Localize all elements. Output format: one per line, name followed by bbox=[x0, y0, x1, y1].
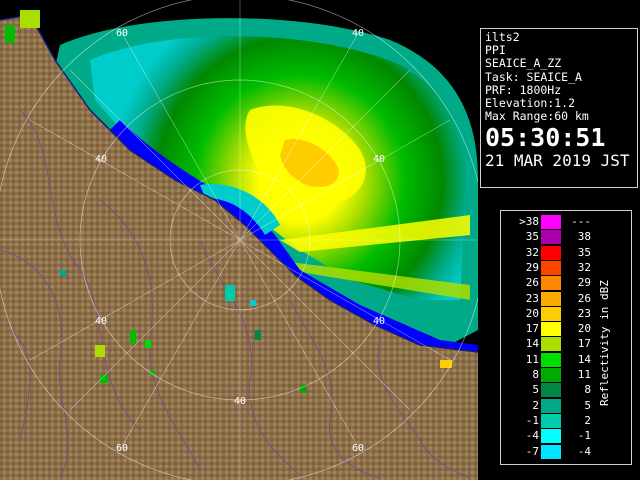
range-label-sw-40: 40 bbox=[95, 316, 107, 327]
legend-max-value: 14 bbox=[577, 352, 591, 366]
legend-color-swatch bbox=[541, 413, 561, 428]
legend-min-value: 32 bbox=[525, 245, 539, 259]
legend-min-value: 14 bbox=[525, 337, 539, 351]
legend-color-swatch bbox=[541, 383, 561, 398]
scan-info-panel: ilts2 PPI SEAICE_A_ZZ Task: SEAICE_A PRF… bbox=[480, 28, 638, 188]
legend-min-value: 35 bbox=[525, 230, 539, 244]
legend-min-value: 26 bbox=[525, 276, 539, 290]
legend-row: 14 17 bbox=[501, 337, 601, 352]
legend-min-value: 11 bbox=[525, 352, 539, 366]
legend-row: 23 26 bbox=[501, 291, 601, 306]
legend-max-value: 38 bbox=[577, 230, 591, 244]
legend-row: 26 29 bbox=[501, 276, 601, 291]
legend-min-value: 2 bbox=[532, 398, 539, 412]
legend-max-value: 2 bbox=[584, 413, 591, 427]
scan-time: 05:30:51 bbox=[485, 123, 606, 153]
legend-max-value: 20 bbox=[577, 322, 591, 336]
legend-max-value: --- bbox=[571, 215, 591, 228]
legend-color-swatch bbox=[541, 245, 561, 260]
legend-color-swatch bbox=[541, 444, 561, 459]
legend-row: -1 2 bbox=[501, 413, 601, 428]
legend-color-swatch bbox=[541, 429, 561, 444]
legend-min-value: 8 bbox=[532, 368, 539, 381]
legend-color-swatch bbox=[541, 260, 561, 275]
site-name: ilts2 bbox=[485, 30, 520, 44]
legend-row: -7 -4 bbox=[501, 444, 601, 459]
range-label-bottom-60-left: 60 bbox=[116, 443, 128, 454]
legend-color-swatch bbox=[541, 398, 561, 413]
legend-color-swatch bbox=[541, 215, 561, 229]
range-label-left-40: 40 bbox=[95, 154, 107, 165]
legend-max-value: 35 bbox=[577, 245, 591, 259]
legend-color-swatch bbox=[541, 230, 561, 245]
legend-color-swatch bbox=[541, 337, 561, 352]
legend-max-value: 32 bbox=[577, 260, 591, 274]
legend-min-value: -1 bbox=[525, 413, 539, 427]
legend-max-value: 26 bbox=[577, 291, 591, 305]
legend-color-swatch bbox=[541, 276, 561, 291]
legend-max-value: 8 bbox=[584, 383, 591, 397]
legend-unit-label: Reflectivity in dBZ bbox=[598, 280, 611, 406]
range-label-ne-40: 40 bbox=[373, 154, 385, 165]
legend-color-swatch bbox=[541, 291, 561, 306]
legend-color-swatch bbox=[541, 322, 561, 337]
legend-row: 11 14 bbox=[501, 352, 601, 367]
legend-min-value: -7 bbox=[525, 444, 539, 458]
legend-color-swatch bbox=[541, 352, 561, 367]
radar-ppi-display: 60 40 40 40 40 40 40 60 60 bbox=[0, 0, 478, 480]
scan-date: 21 MAR 2019 JST bbox=[485, 151, 630, 171]
legend-row: -4 -1 bbox=[501, 429, 601, 444]
legend-row: 17 20 bbox=[501, 322, 601, 337]
legend-max-value: 11 bbox=[577, 368, 591, 381]
legend-row: 29 32 bbox=[501, 260, 601, 275]
range-label-bottom-40: 40 bbox=[234, 396, 246, 407]
legend-color-swatch bbox=[541, 368, 561, 382]
range-label-top-40: 40 bbox=[352, 28, 364, 39]
legend-max-value: 17 bbox=[577, 337, 591, 351]
legend-row: 35 38 bbox=[501, 230, 601, 245]
legend-min-value: 23 bbox=[525, 291, 539, 305]
legend-max-value: 5 bbox=[584, 398, 591, 412]
legend-row: 20 23 bbox=[501, 306, 601, 321]
legend-color-swatch bbox=[541, 306, 561, 321]
product-name: SEAICE_A_ZZ bbox=[485, 56, 562, 71]
legend-row: 8 11 bbox=[501, 368, 601, 382]
range-label-top-60: 60 bbox=[116, 28, 128, 39]
legend-max-value: -1 bbox=[577, 429, 591, 443]
legend-row: 58 bbox=[501, 383, 601, 398]
legend-min-value: 17 bbox=[525, 322, 539, 336]
legend-max-value: 29 bbox=[577, 276, 591, 290]
legend-row: 32 35 bbox=[501, 245, 601, 260]
legend-min-value: >38 bbox=[519, 215, 539, 228]
legend-row: >38 --- bbox=[501, 215, 601, 229]
legend-row: 25 bbox=[501, 398, 601, 413]
range-label-bottom-60-right: 60 bbox=[352, 443, 364, 454]
legend-min-value: 5 bbox=[532, 383, 539, 397]
legend-max-value: 23 bbox=[577, 306, 591, 320]
range-label-right-40: 40 bbox=[373, 316, 385, 327]
legend-min-value: 20 bbox=[525, 306, 539, 320]
task-name: Task: SEAICE_A bbox=[485, 69, 582, 84]
legend-max-value: -4 bbox=[577, 444, 591, 458]
legend-min-value: 29 bbox=[525, 260, 539, 274]
reflectivity-legend: >38 --- 35 38 32 35 29 32 26 29 23 26 20 23 17 20 14 17 11… bbox=[500, 210, 632, 465]
legend-min-value: -4 bbox=[525, 429, 539, 443]
max-range-value: Max Range:60 km bbox=[485, 109, 589, 124]
